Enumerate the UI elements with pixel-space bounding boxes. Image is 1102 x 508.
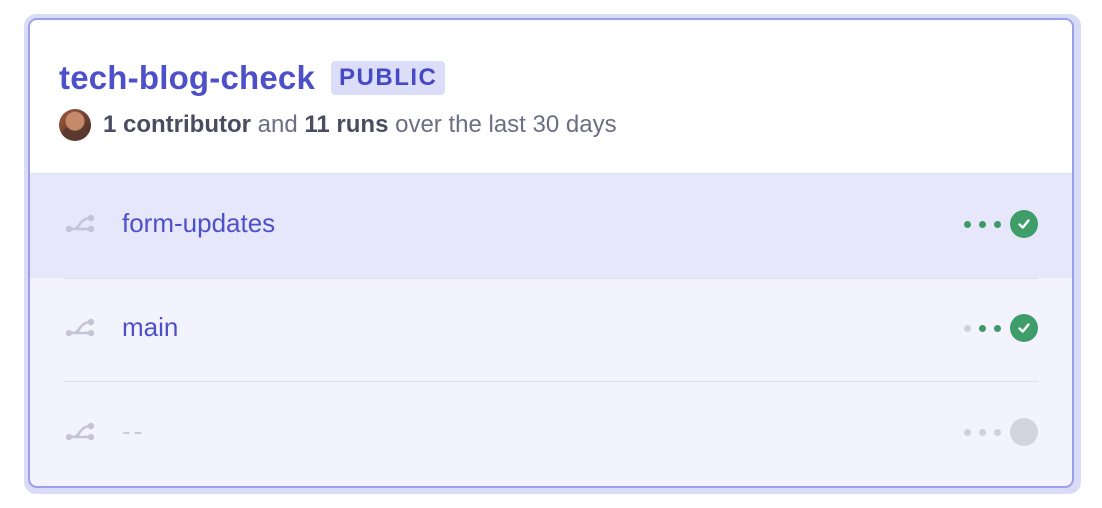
run-dot (964, 428, 971, 436)
stats-connector: and (251, 111, 305, 138)
branch-name-link[interactable]: main (122, 312, 178, 343)
empty-circle-icon (1010, 418, 1038, 446)
git-branch-icon (65, 318, 95, 337)
run-dot (979, 324, 986, 332)
branch-row-main[interactable]: main (30, 278, 1072, 382)
contributors-count: 1 contributor (103, 111, 251, 138)
run-history (964, 418, 1038, 446)
run-dot (964, 220, 971, 228)
run-dot (979, 220, 986, 228)
run-dot (994, 220, 1001, 228)
repository-header: tech-blog-check PUBLIC 1 contributor and… (30, 20, 1072, 174)
run-dot (994, 428, 1001, 436)
branch-name-link[interactable]: form-updates (122, 208, 275, 239)
stats-period: over the last 30 days (388, 111, 617, 138)
repository-name-link[interactable]: tech-blog-check (59, 59, 315, 97)
run-dot (994, 324, 1001, 332)
branch-row-empty[interactable]: -- (30, 382, 1072, 486)
branch-name-placeholder: -- (122, 416, 146, 446)
run-history (964, 314, 1038, 342)
run-history (964, 210, 1038, 238)
repository-stats: 1 contributor and 11 runs over the last … (59, 109, 617, 141)
run-dot (979, 428, 986, 436)
run-dot (964, 324, 971, 332)
runs-count: 11 runs (304, 111, 389, 138)
branch-row-form-updates[interactable]: form-updates (30, 174, 1072, 278)
row-divider (64, 278, 1038, 279)
visibility-badge: PUBLIC (331, 61, 446, 95)
contributor-avatar[interactable] (59, 109, 91, 141)
check-circle-icon (1010, 314, 1038, 342)
git-branch-icon (65, 214, 95, 233)
repository-card[interactable]: tech-blog-check PUBLIC 1 contributor and… (28, 18, 1074, 488)
repository-title-row: tech-blog-check PUBLIC (59, 58, 446, 98)
check-circle-icon (1010, 210, 1038, 238)
git-branch-icon (65, 422, 95, 441)
